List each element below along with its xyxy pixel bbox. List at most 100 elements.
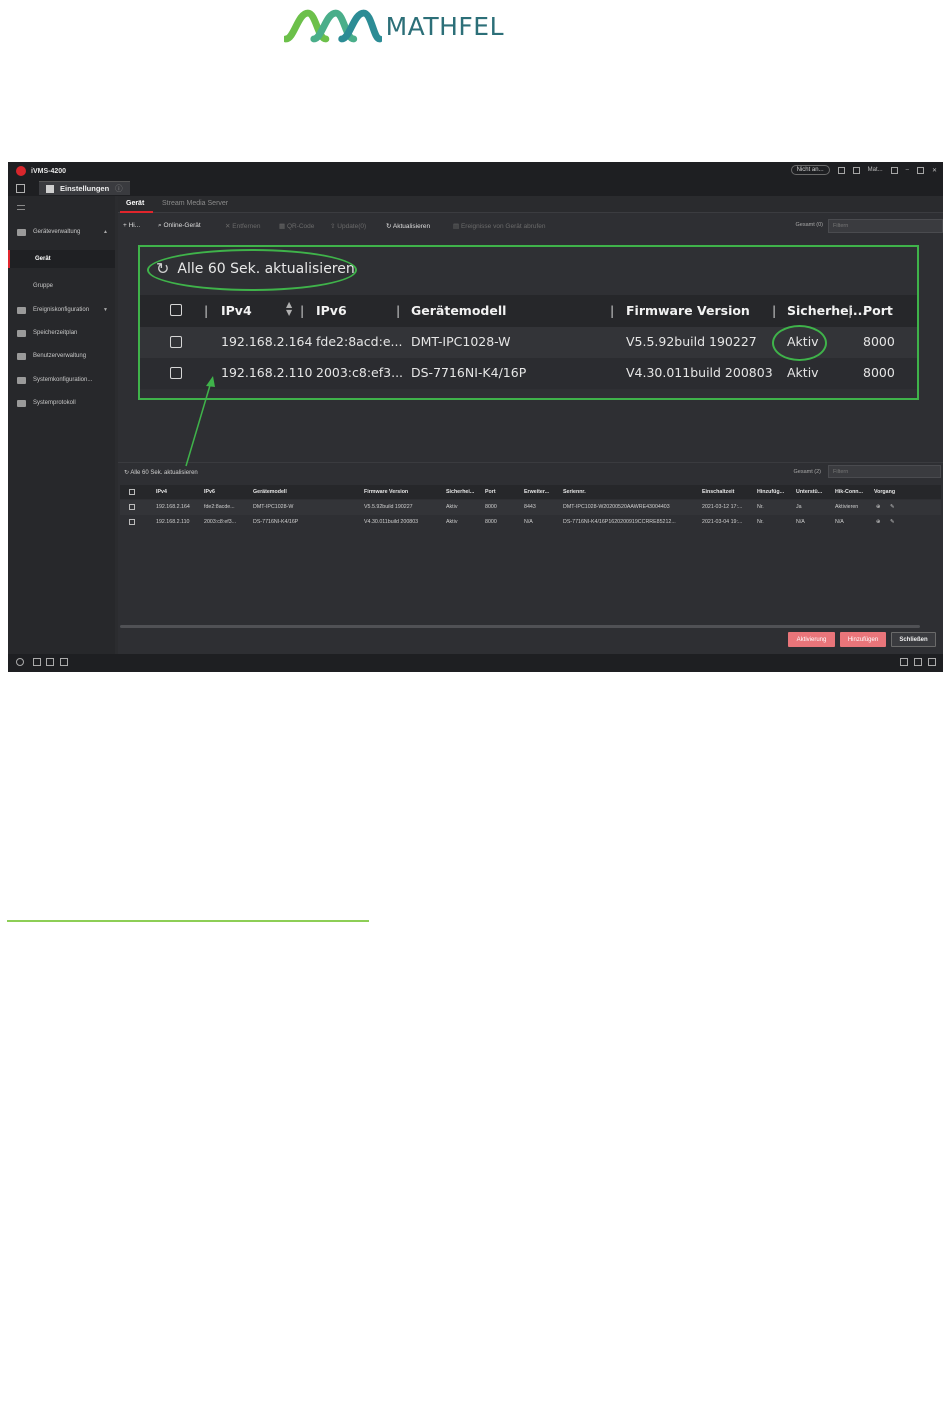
ivms-window: iVMS-4200 Nicht an... Mat... – ✕ Einstel… [8, 162, 943, 672]
row-checkbox[interactable] [170, 336, 182, 348]
cell-ipv4: 192.168.2.164 [156, 504, 190, 510]
column-header-firmware[interactable]: Firmware Version [626, 303, 750, 318]
tab-device[interactable]: Gerät [126, 200, 144, 207]
column-header-model[interactable]: Gerätemodell [411, 303, 506, 318]
online-devices-label: Online-Gerät [163, 222, 201, 229]
sidebar-item-group[interactable]: Gruppe [8, 277, 115, 295]
column-header[interactable]: Hinzufüg... [757, 489, 784, 495]
sidebar-item-system-config[interactable]: Systemkonfiguration... [8, 371, 115, 389]
add-device-button[interactable]: Hinzufügen [840, 632, 886, 647]
column-header[interactable]: Unterstü... [796, 489, 822, 495]
cell-model: DS-7716NI-K4/16P [411, 365, 527, 380]
edit-icon[interactable]: ✎ [890, 504, 894, 510]
horizontal-scrollbar[interactable] [120, 625, 920, 628]
remove-button[interactable]: ✕ Entfernen [225, 222, 260, 230]
sidebar-item-system-log[interactable]: Systemprotokoll [8, 394, 115, 412]
sidebar-item-event-config[interactable]: Ereigniskonfiguration ▼ [8, 301, 115, 319]
table-row[interactable]: 192.168.2.110 2003:c8:ef3... DS-7716NI-K… [120, 515, 941, 530]
refresh-button[interactable]: ↻ Aktualisieren [386, 222, 430, 230]
qr-code-button[interactable]: ▦ QR-Code [279, 222, 314, 230]
column-header[interactable]: Erweiter... [524, 489, 549, 495]
maximize-icon[interactable] [916, 166, 924, 174]
column-header-port[interactable]: Port [863, 303, 893, 318]
app-name: iVMS-4200 [31, 167, 67, 175]
select-all-checkbox[interactable] [129, 489, 135, 495]
column-header[interactable]: Gerätemodell [253, 489, 287, 495]
column-header[interactable]: Einschaltzeit [702, 489, 734, 495]
row-checkbox[interactable] [129, 504, 135, 510]
upgrade-button[interactable]: ⇧ Update(0) [330, 222, 366, 230]
user-name[interactable]: Mat... [868, 167, 883, 173]
cell-added: Nr. [757, 519, 764, 525]
status-pill[interactable]: Nicht an... [790, 165, 830, 175]
sidebar-item-label: Geräteverwaltung [33, 229, 81, 235]
cell-port: 8000 [485, 519, 497, 525]
table-row[interactable]: 192.168.2.110 2003:c8:ef3... DS-7716NI-K… [140, 358, 917, 389]
alarm-icon[interactable] [16, 658, 24, 666]
column-header[interactable]: IPv4 [156, 489, 167, 495]
trash-icon[interactable] [33, 658, 41, 666]
column-header-ipv4[interactable]: IPv4 [221, 303, 252, 318]
tab-stream-media-server[interactable]: Stream Media Server [162, 200, 228, 207]
cell-security: Aktiv [446, 519, 458, 525]
add-button[interactable]: + Hi... [123, 222, 140, 229]
cell-support: N/A [796, 519, 805, 525]
get-events-button[interactable]: ▤ Ereignisse von Gerät abrufen [453, 222, 546, 230]
column-header[interactable]: IPv6 [204, 489, 215, 495]
sidebar: Geräteverwaltung ▲ Gerät Gruppe Ereignis… [8, 196, 115, 654]
close-button[interactable]: Schließen [891, 632, 936, 647]
column-header[interactable]: Vorgang [874, 489, 895, 495]
column-header[interactable]: Seriennr. [563, 489, 586, 495]
column-header[interactable]: Hik-Conn... [835, 489, 863, 495]
filter-input[interactable]: Filtern [828, 219, 943, 233]
activate-button[interactable]: Aktivierung [788, 632, 835, 647]
tab-close-icon[interactable]: ⓘ [115, 183, 123, 194]
globe-icon[interactable]: ⊕ [876, 519, 880, 525]
cell-ipv6: 2003:c8:ef3... [316, 365, 404, 380]
auto-refresh-toggle[interactable]: ↻ Alle 60 Sek. aktualisieren [124, 469, 198, 476]
pin-icon[interactable] [900, 658, 908, 666]
sidebar-item-device[interactable]: Gerät [8, 250, 115, 268]
column-separator: | [772, 303, 777, 318]
column-header[interactable]: Sicherhei... [446, 489, 474, 495]
column-header-ipv6[interactable]: IPv6 [316, 303, 347, 318]
table-header: | IPv4 ▲ ▼ | IPv6 | Gerätemodell | Firmwa… [140, 295, 917, 327]
column-header[interactable]: Port [485, 489, 496, 495]
system-icon [17, 376, 26, 384]
sidebar-item-users[interactable]: Benutzerverwaltung [8, 347, 115, 365]
tab-einstellungen[interactable]: Einstellungen ⓘ [39, 181, 130, 195]
sort-icon[interactable]: ▲ ▼ [286, 301, 292, 317]
cell-ipv4: 192.168.2.110 [156, 519, 190, 525]
cell-firmware: V4.30.011build 200803 [364, 519, 419, 525]
column-header-security[interactable]: Sicherhei... [787, 303, 867, 318]
filter-input[interactable]: Filtern [828, 465, 941, 478]
sidebar-item-storage[interactable]: Speicherzeitplan [8, 324, 115, 342]
minimize-icon[interactable]: – [906, 167, 909, 173]
edit-icon[interactable]: ✎ [890, 519, 894, 525]
speaker-icon[interactable] [60, 658, 68, 666]
module-grid-icon[interactable] [16, 183, 25, 193]
active-tab-indicator [120, 211, 153, 213]
select-all-checkbox[interactable] [170, 304, 182, 316]
sidebar-item-label: Benutzerverwaltung [33, 353, 87, 359]
sidebar-item-device-management[interactable]: Geräteverwaltung ▲ [8, 223, 115, 241]
globe-icon[interactable]: ⊕ [876, 504, 880, 510]
monitor-icon[interactable] [46, 658, 54, 666]
sub-tab-bar: Gerät Stream Media Server [118, 196, 943, 213]
table-row[interactable]: 192.168.2.164 fde2:8acde... DMT-IPC1028-… [120, 500, 941, 515]
cell-ext-port: 8443 [524, 504, 536, 510]
logo-mark-icon [284, 9, 382, 43]
lock-icon[interactable] [890, 166, 898, 174]
list-icon[interactable] [837, 166, 845, 174]
menu-icon[interactable] [17, 205, 25, 210]
window-icon[interactable] [914, 658, 922, 666]
collapse-icon[interactable] [928, 658, 936, 666]
layout-icon[interactable] [852, 166, 860, 174]
row-checkbox[interactable] [129, 519, 135, 525]
remove-label: Entfernen [232, 223, 261, 230]
online-devices-button[interactable]: ⌕ Online-Gerät [158, 222, 201, 230]
device-icon [17, 228, 26, 236]
close-icon[interactable]: ✕ [932, 167, 937, 174]
column-header[interactable]: Firmware Version [364, 489, 408, 495]
cell-security: Aktiv [787, 365, 819, 380]
